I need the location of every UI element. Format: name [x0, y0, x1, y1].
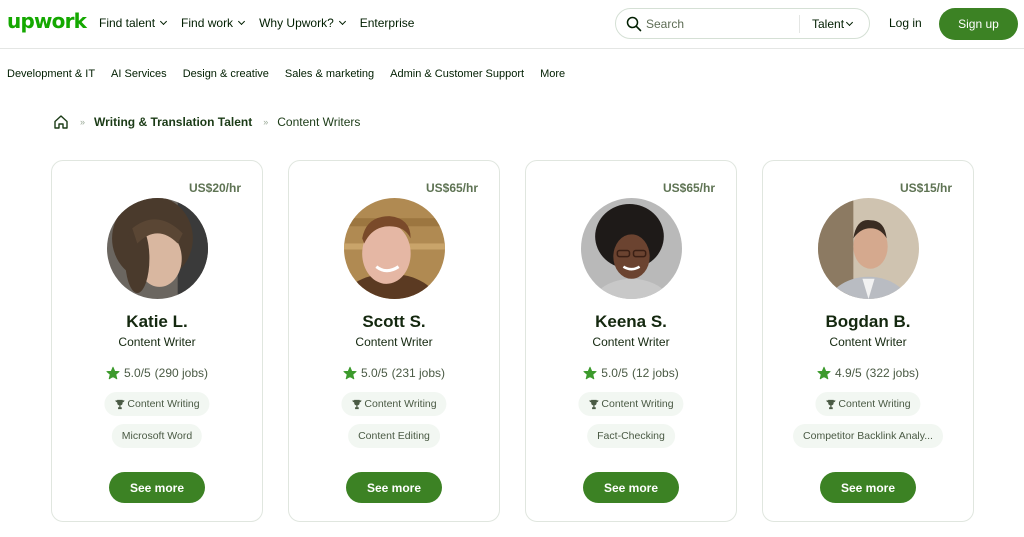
freelancer-card: US$65/hr Scott S. Content Writer 5.0/5 (…: [288, 160, 500, 522]
search-scope-select[interactable]: Talent: [812, 17, 854, 31]
trophy-icon: [589, 399, 599, 409]
trophy-icon: [115, 399, 125, 409]
breadcrumb: » Writing & Translation Talent » Content…: [53, 114, 360, 130]
trophy-icon: [352, 399, 362, 409]
avatar[interactable]: [818, 198, 919, 299]
skill-label: Content Writing: [601, 398, 674, 410]
nav-label: Why Upwork?: [259, 16, 334, 30]
chevron-down-icon: [238, 17, 246, 26]
hourly-rate: US$65/hr: [662, 181, 715, 195]
category-admin-support[interactable]: Admin & Customer Support: [390, 68, 524, 80]
breadcrumb-separator: »: [80, 117, 86, 127]
skill-label: Content Writing: [127, 398, 200, 410]
star-icon: [817, 366, 831, 380]
star-icon: [583, 366, 597, 380]
star-icon: [343, 366, 357, 380]
freelancer-title: Content Writer: [355, 335, 433, 349]
breadcrumb-current: Content Writers: [277, 115, 361, 129]
nav-why-upwork[interactable]: Why Upwork?: [259, 16, 346, 30]
hourly-rate: US$20/hr: [188, 181, 241, 195]
skill-badge-top: Content Writing: [341, 392, 447, 416]
see-more-button[interactable]: See more: [820, 472, 916, 503]
freelancer-name[interactable]: Keena S.: [526, 312, 736, 332]
skill-badge-top: Content Writing: [578, 392, 684, 416]
star-icon: [106, 366, 120, 380]
search-icon: [626, 16, 642, 32]
skill-label: Competitor Backlink Analy...: [803, 430, 933, 442]
job-count: (12 jobs): [632, 366, 679, 380]
rating: 5.0/5 (290 jobs): [52, 366, 262, 380]
freelancer-name[interactable]: Bogdan B.: [763, 312, 973, 332]
skill-badge: Microsoft Word: [111, 424, 203, 448]
rating-score: 4.9/5: [834, 366, 862, 380]
nav-find-talent[interactable]: Find talent: [99, 16, 168, 30]
see-more-button[interactable]: See more: [346, 472, 442, 503]
freelancer-name[interactable]: Scott S.: [289, 312, 499, 332]
upwork-logo[interactable]: upwork: [7, 9, 87, 33]
job-count: (231 jobs): [391, 366, 446, 380]
category-more[interactable]: More: [540, 68, 565, 80]
main-nav: Find talent Find work Why Upwork? Enterp…: [99, 16, 414, 30]
chevron-down-icon: [845, 18, 854, 27]
job-count: (290 jobs): [154, 366, 209, 380]
search-divider: [799, 15, 800, 33]
freelancer-title: Content Writer: [118, 335, 196, 349]
freelancer-title: Content Writer: [592, 335, 670, 349]
avatar[interactable]: [344, 198, 445, 299]
chevron-down-icon: [338, 17, 346, 26]
rating: 5.0/5 (231 jobs): [289, 366, 499, 380]
login-link[interactable]: Log in: [889, 16, 922, 30]
skill-label: Content Writing: [364, 398, 437, 410]
nav-find-work[interactable]: Find work: [181, 16, 246, 30]
search-scope-label: Talent: [812, 17, 845, 31]
category-design-creative[interactable]: Design & creative: [183, 68, 269, 80]
skill-badge: Fact-Checking: [587, 424, 675, 448]
hourly-rate: US$65/hr: [425, 181, 478, 195]
skill-label: Content Editing: [358, 430, 430, 442]
see-more-button[interactable]: See more: [109, 472, 205, 503]
hourly-rate: US$15/hr: [899, 181, 952, 195]
avatar[interactable]: [107, 198, 208, 299]
category-ai-services[interactable]: AI Services: [111, 68, 167, 80]
freelancer-cards: US$20/hr Katie L. Content Writer 5.0/5 (…: [51, 160, 974, 522]
rating-score: 5.0/5: [123, 366, 151, 380]
search-bar: Talent: [615, 8, 870, 39]
search-input[interactable]: [646, 15, 796, 33]
top-header: upwork Find talent Find work Why Upwork?…: [0, 0, 1024, 49]
see-more-button[interactable]: See more: [583, 472, 679, 503]
rating: 5.0/5 (12 jobs): [526, 366, 736, 380]
nav-label: Find talent: [99, 16, 156, 30]
nav-label: Find work: [181, 16, 234, 30]
home-icon[interactable]: [53, 114, 69, 130]
freelancer-card: US$20/hr Katie L. Content Writer 5.0/5 (…: [51, 160, 263, 522]
skill-badge-top: Content Writing: [104, 392, 210, 416]
skill-badge-top: Content Writing: [815, 392, 921, 416]
rating-score: 5.0/5: [360, 366, 388, 380]
avatar[interactable]: [581, 198, 682, 299]
job-count: (322 jobs): [865, 366, 920, 380]
nav-label: Enterprise: [359, 16, 415, 30]
chevron-down-icon: [160, 17, 168, 26]
trophy-icon: [826, 399, 836, 409]
rating-score: 5.0/5: [601, 366, 628, 380]
skill-badge: Competitor Backlink Analy...: [793, 424, 943, 448]
skill-badge: Content Editing: [348, 424, 440, 448]
category-sales-marketing[interactable]: Sales & marketing: [285, 68, 374, 80]
breadcrumb-separator: »: [263, 117, 269, 127]
freelancer-card: US$65/hr Keena S. Content Writer 5.0/5 (…: [525, 160, 737, 522]
freelancer-name[interactable]: Katie L.: [52, 312, 262, 332]
rating: 4.9/5 (322 jobs): [763, 366, 973, 380]
signup-button[interactable]: Sign up: [939, 8, 1018, 40]
category-nav: Development & IT AI Services Design & cr…: [7, 68, 565, 80]
nav-enterprise[interactable]: Enterprise: [360, 16, 415, 30]
freelancer-card: US$15/hr Bogdan B. Content Writer 4.9/5 …: [762, 160, 974, 522]
freelancer-title: Content Writer: [829, 335, 907, 349]
skill-label: Content Writing: [838, 398, 911, 410]
category-development-it[interactable]: Development & IT: [7, 68, 95, 80]
breadcrumb-writing-translation[interactable]: Writing & Translation Talent: [94, 115, 252, 129]
skill-label: Fact-Checking: [597, 430, 665, 442]
skill-label: Microsoft Word: [121, 430, 193, 442]
